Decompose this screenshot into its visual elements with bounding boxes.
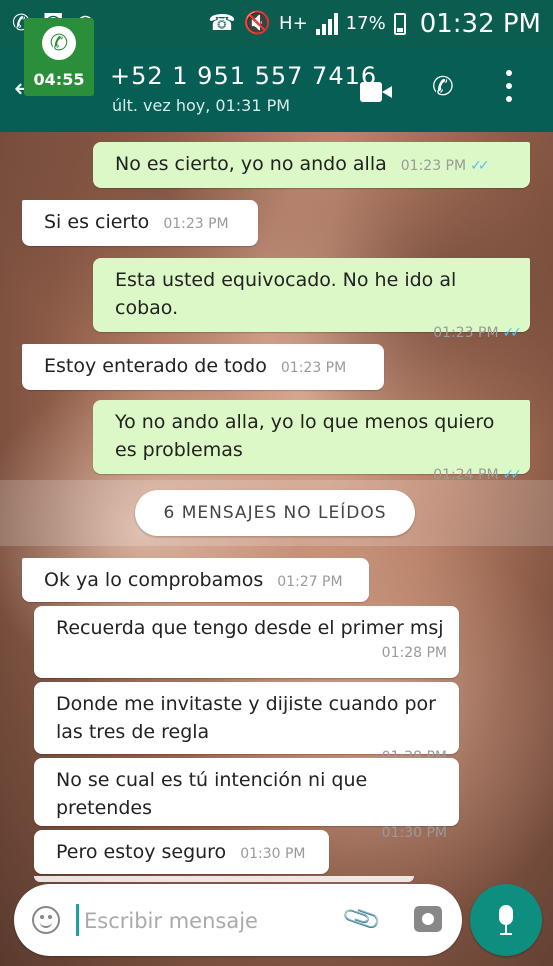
message-bubble-incoming[interactable]: Ok ya lo comprobamos 01:27 PM xyxy=(22,558,369,602)
message-bubble-outgoing[interactable]: Yo no ando alla, yo lo que menos quiero … xyxy=(93,400,530,483)
message-composer: 📎 xyxy=(14,884,462,956)
message-time: 01:23 PM xyxy=(280,360,347,376)
mute-icon: 🔇 xyxy=(243,11,272,36)
message-bubble-incoming[interactable]: No se cual es tú intención ni que preten… xyxy=(34,758,459,841)
message-time: 01:23 PM xyxy=(163,216,229,232)
microphone-icon xyxy=(499,905,513,935)
message-text: No es cierto, yo no ando alla xyxy=(115,153,387,175)
message-text: Si es cierto xyxy=(44,211,150,233)
message-time: 01:27 PM xyxy=(277,574,343,590)
message-bubble-incoming[interactable]: Si es cierto 01:23 PM xyxy=(22,200,258,246)
message-text: Esta usted equivocado. No he ido al coba… xyxy=(115,269,457,319)
ongoing-call-badge[interactable]: ✆ 04:55 xyxy=(24,18,94,96)
message-bubble-incoming[interactable]: Donde me invitaste y dijiste cuando por … xyxy=(34,682,459,765)
message-bubble-incoming[interactable]: Estoy enterado de todo 01:23 PM xyxy=(22,344,384,390)
signal-icon xyxy=(315,13,338,35)
phone-icon: ✆ xyxy=(42,26,76,60)
call-duration: 04:55 xyxy=(33,70,85,89)
camera-icon[interactable] xyxy=(414,906,442,932)
message-text: Ok ya lo comprobamos xyxy=(44,569,264,591)
partial-message-bubble xyxy=(34,876,414,882)
message-text: Yo no ando alla, yo lo que menos quiero … xyxy=(115,411,495,461)
more-options-icon[interactable] xyxy=(505,70,513,102)
message-text: Recuerda que tengo desde el primer msj xyxy=(56,617,444,639)
message-time: 01:28 PM xyxy=(381,645,447,661)
message-text: Pero estoy seguro xyxy=(56,841,227,863)
battery-percent: 17% xyxy=(345,13,386,34)
attach-icon[interactable]: 📎 xyxy=(341,898,384,940)
read-checkmarks-icon: ✓✓ xyxy=(470,158,490,174)
video-call-icon[interactable] xyxy=(360,82,394,102)
message-bubble-incoming[interactable]: Pero estoy seguro 01:30 PM xyxy=(34,830,329,874)
message-bubble-outgoing[interactable]: No es cierto, yo no ando alla 01:23 PM ✓✓ xyxy=(93,142,530,188)
last-seen: últ. vez hoy, 01:31 PM xyxy=(112,96,291,115)
message-bubble-outgoing[interactable]: Esta usted equivocado. No he ido al coba… xyxy=(93,258,530,341)
message-text: Donde me invitaste y dijiste cuando por … xyxy=(56,693,436,743)
message-time: 01:23 PM xyxy=(433,325,499,341)
battery-icon xyxy=(393,13,406,35)
unread-messages-banner: 6 MENSAJES NO LEÍDOS xyxy=(135,490,415,536)
read-checkmarks-icon: ✓✓ xyxy=(502,325,523,341)
message-input[interactable] xyxy=(82,902,336,940)
message-text: No se cual es tú intención ni que preten… xyxy=(56,769,368,819)
message-text: Estoy enterado de todo xyxy=(44,355,267,377)
emoji-icon[interactable] xyxy=(32,906,60,934)
voice-record-button[interactable] xyxy=(470,884,542,956)
message-bubble-incoming[interactable]: Recuerda que tengo desde el primer msj 0… xyxy=(34,606,459,678)
contact-name[interactable]: +52 1 951 557 7416 xyxy=(110,62,377,90)
message-time: 01:23 PM xyxy=(400,158,467,174)
bluetooth-call-icon: ☎ xyxy=(208,11,236,36)
message-time: 01:30 PM xyxy=(240,846,306,862)
text-cursor xyxy=(76,904,79,936)
network-type: H+ xyxy=(279,13,308,34)
voice-call-icon[interactable]: ✆ xyxy=(432,72,454,102)
clock: 01:32 PM xyxy=(419,9,541,39)
